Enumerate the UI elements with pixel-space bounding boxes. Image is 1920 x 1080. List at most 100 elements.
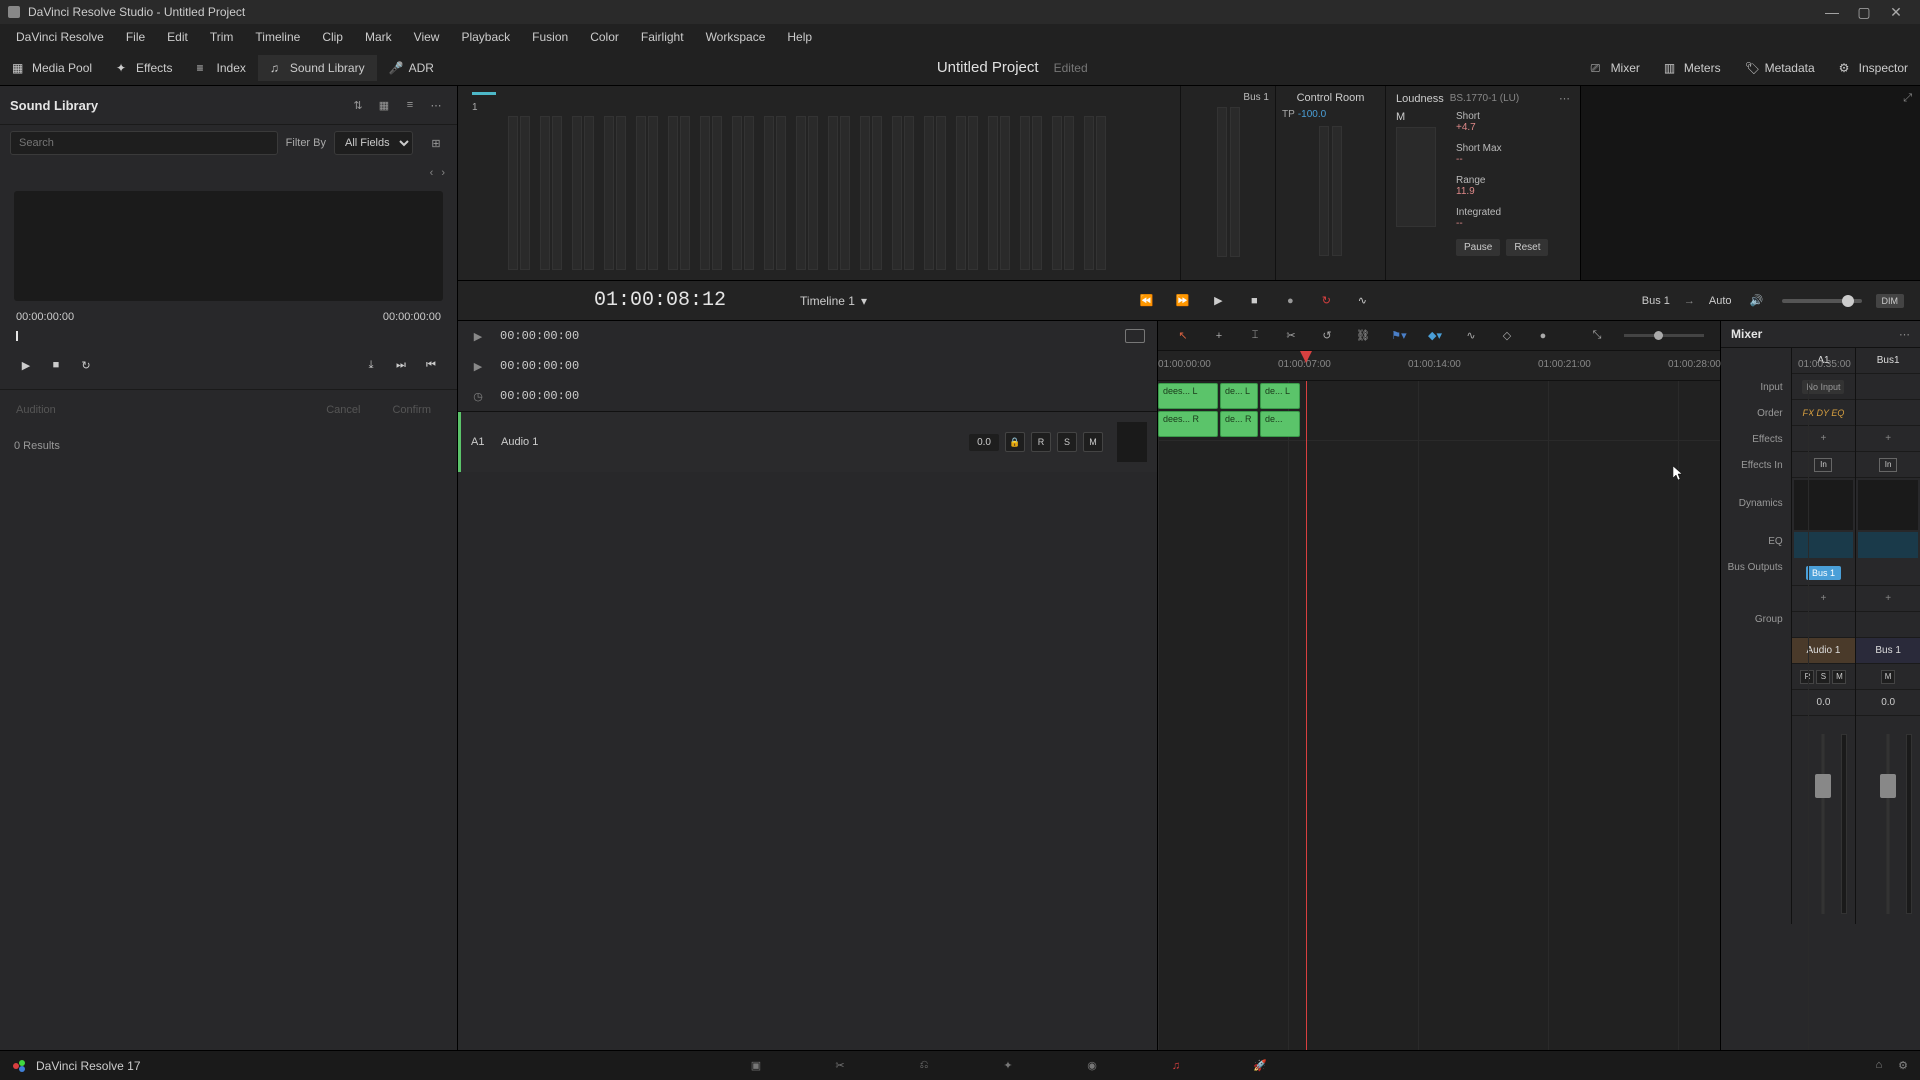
cancel-button[interactable]: Cancel bbox=[316, 400, 370, 420]
strip-dynamics[interactable] bbox=[1794, 480, 1854, 530]
menu-trim[interactable]: Trim bbox=[200, 26, 244, 48]
track-mute-button[interactable]: M bbox=[1083, 432, 1103, 452]
mixer-menu-icon[interactable]: ⋯ bbox=[1899, 328, 1910, 341]
fusion-page-button[interactable]: ✦ bbox=[996, 1056, 1020, 1076]
fairlight-page-button[interactable]: ♫ bbox=[1164, 1056, 1188, 1076]
volume-slider[interactable] bbox=[1782, 299, 1862, 303]
strip-m[interactable]: M bbox=[1881, 670, 1895, 684]
filter-options-icon[interactable]: ⊞ bbox=[425, 132, 447, 154]
zoom-fit-icon[interactable]: ⤡ bbox=[1588, 327, 1606, 345]
strip-fader[interactable] bbox=[1856, 724, 1920, 924]
more-options-icon[interactable]: ⋯ bbox=[425, 94, 447, 116]
nav-prev-icon[interactable]: ‹ bbox=[430, 167, 434, 179]
timeline-area[interactable]: ↖ + ⌶ ✂ ↺ ⛓ ⚑▾ ◆▾ ∿ ◇ ● ⤡ 01:00:00:00 bbox=[1158, 321, 1720, 1050]
adr-button[interactable]: 🎤ADR bbox=[377, 55, 446, 81]
menu-workspace[interactable]: Workspace bbox=[696, 26, 776, 48]
strip-dynamics[interactable] bbox=[1858, 480, 1918, 530]
search-input[interactable] bbox=[10, 131, 278, 155]
pause-button[interactable]: Pause bbox=[1456, 239, 1500, 256]
sound-library-button[interactable]: ♫Sound Library bbox=[258, 55, 377, 81]
zoom-slider[interactable] bbox=[1624, 334, 1704, 337]
strip-eq[interactable] bbox=[1794, 532, 1854, 558]
edit-page-button[interactable]: ⎌ bbox=[912, 1056, 936, 1076]
marker-tool[interactable]: ◆▾ bbox=[1426, 327, 1444, 345]
skip-prev-icon[interactable]: ⏮ bbox=[421, 355, 441, 375]
settings-icon[interactable]: ⚙ bbox=[1898, 1059, 1908, 1072]
menu-clip[interactable]: Clip bbox=[312, 26, 353, 48]
monitor-auto-label[interactable]: Auto bbox=[1709, 295, 1732, 307]
menu-file[interactable]: File bbox=[116, 26, 155, 48]
strip-m[interactable]: M bbox=[1832, 670, 1846, 684]
audio-clip[interactable]: de... R bbox=[1220, 411, 1258, 437]
play-button[interactable]: ▶ bbox=[16, 355, 36, 375]
track-lock-button[interactable] bbox=[1005, 432, 1025, 452]
list-view-icon[interactable]: ≡ bbox=[399, 94, 421, 116]
menu-timeline[interactable]: Timeline bbox=[245, 26, 310, 48]
rewind-button[interactable]: ⏪ bbox=[1135, 290, 1157, 312]
inspector-button[interactable]: ⚙Inspector bbox=[1827, 55, 1920, 81]
menu-fusion[interactable]: Fusion bbox=[522, 26, 578, 48]
strip-s[interactable]: S bbox=[1816, 670, 1830, 684]
record-button[interactable]: ● bbox=[1279, 290, 1301, 312]
link-tool[interactable]: ⛓ bbox=[1354, 327, 1372, 345]
menu-davinci[interactable]: DaVinci Resolve bbox=[6, 26, 114, 48]
track-solo-button[interactable]: S bbox=[1057, 432, 1077, 452]
preview-scrubber[interactable] bbox=[16, 331, 441, 339]
index-button[interactable]: ≡Index bbox=[185, 55, 258, 81]
stop-button[interactable]: ■ bbox=[46, 355, 66, 375]
mark-in-icon[interactable]: ⤓ bbox=[361, 355, 381, 375]
track-header-a1[interactable]: A1 Audio 1 0.0 R S M bbox=[458, 412, 1157, 472]
confirm-button[interactable]: Confirm bbox=[382, 400, 441, 420]
timeline-selector[interactable]: Timeline 1 ▾ bbox=[800, 294, 867, 308]
tc-play2-icon[interactable]: ▶ bbox=[470, 360, 486, 373]
strip-fader[interactable] bbox=[1792, 724, 1856, 924]
meters-toggle-button[interactable]: ▥Meters bbox=[1652, 55, 1733, 81]
fastforward-button[interactable]: ⏩ bbox=[1171, 290, 1193, 312]
waveform-icon[interactable]: ∿ bbox=[1462, 327, 1480, 345]
strip-group[interactable] bbox=[1856, 612, 1920, 638]
audio-clip[interactable]: de... bbox=[1260, 411, 1300, 437]
strip-effects-in[interactable]: In bbox=[1814, 458, 1832, 472]
track-db[interactable]: 0.0 bbox=[969, 434, 999, 451]
audio-clip[interactable]: dees... R bbox=[1158, 411, 1218, 437]
media-pool-button[interactable]: ▦Media Pool bbox=[0, 55, 104, 81]
menu-help[interactable]: Help bbox=[777, 26, 822, 48]
monitor-bus-label[interactable]: Bus 1 bbox=[1642, 295, 1670, 307]
effects-button[interactable]: ✦Effects bbox=[104, 55, 184, 81]
strip-busout[interactable]: Bus 1 bbox=[1806, 566, 1841, 580]
strip-add-bus[interactable]: + bbox=[1885, 593, 1891, 604]
snap-icon[interactable]: ◇ bbox=[1498, 327, 1516, 345]
color-page-button[interactable]: ◉ bbox=[1080, 1056, 1104, 1076]
trim-tool[interactable]: ↺ bbox=[1318, 327, 1336, 345]
add-tool[interactable]: + bbox=[1210, 327, 1228, 345]
track-arm-button[interactable]: R bbox=[1031, 432, 1051, 452]
popout-icon[interactable]: ⤢ bbox=[1903, 92, 1912, 105]
metadata-button[interactable]: 🏷Metadata bbox=[1733, 55, 1827, 81]
close-button[interactable]: ✕ bbox=[1880, 4, 1912, 21]
menu-mark[interactable]: Mark bbox=[355, 26, 402, 48]
loop-button[interactable]: ↻ bbox=[76, 355, 96, 375]
menu-edit[interactable]: Edit bbox=[157, 26, 198, 48]
audio-clip[interactable]: dees... L bbox=[1158, 383, 1218, 409]
flag-tool[interactable]: ⚑▾ bbox=[1390, 327, 1408, 345]
menu-view[interactable]: View bbox=[404, 26, 450, 48]
maximize-button[interactable]: ▢ bbox=[1848, 4, 1880, 21]
filter-select[interactable]: All Fields bbox=[334, 131, 413, 155]
sort-icon[interactable]: ⇅ bbox=[347, 94, 369, 116]
tc-clock-icon[interactable]: ◷ bbox=[470, 390, 486, 403]
range-tool[interactable]: ⌶ bbox=[1246, 327, 1264, 345]
dim-button[interactable]: DIM bbox=[1876, 294, 1905, 308]
media-page-button[interactable]: ▣ bbox=[744, 1056, 768, 1076]
menu-color[interactable]: Color bbox=[580, 26, 629, 48]
strip-add-effect[interactable]: + bbox=[1885, 433, 1891, 444]
minimize-button[interactable]: — bbox=[1816, 4, 1848, 20]
stop-button[interactable]: ■ bbox=[1243, 290, 1265, 312]
play-button[interactable]: ▶ bbox=[1207, 290, 1229, 312]
cut-page-button[interactable]: ✂ bbox=[828, 1056, 852, 1076]
strip-eq[interactable] bbox=[1858, 532, 1918, 558]
loudness-menu-icon[interactable]: ⋯ bbox=[1559, 92, 1570, 105]
strip-group[interactable] bbox=[1792, 612, 1856, 638]
deliver-page-button[interactable]: 🚀 bbox=[1248, 1056, 1272, 1076]
strip-effects-in[interactable]: In bbox=[1879, 458, 1897, 472]
grid-view-icon[interactable]: ▦ bbox=[373, 94, 395, 116]
